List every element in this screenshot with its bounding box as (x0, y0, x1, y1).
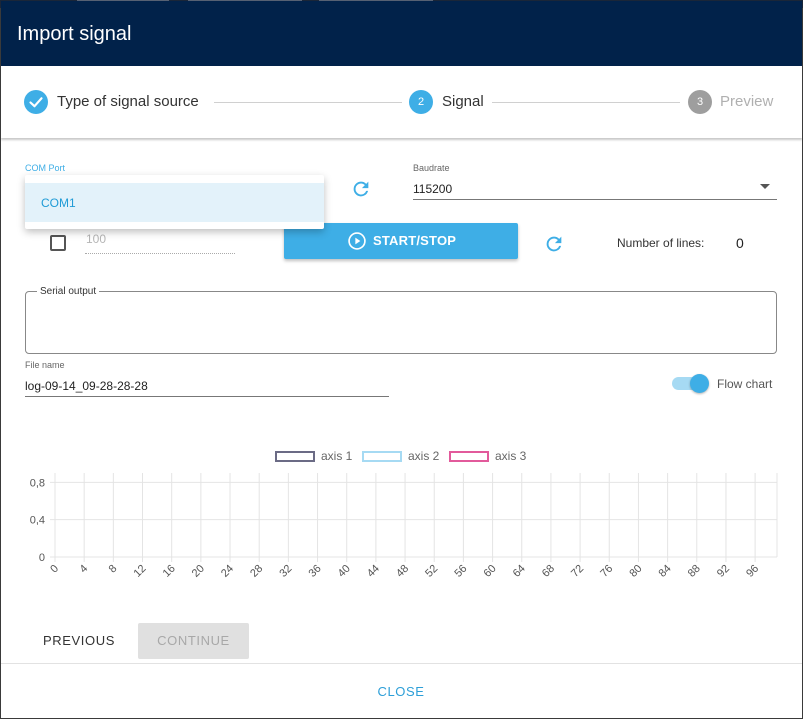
x-tick-label: 44 (365, 563, 382, 580)
x-tick-label: 52 (423, 563, 440, 580)
y-tick-label: 0,8 (30, 477, 45, 489)
signal-chart: 00,40,80 4 8 12 16 20 24 28 32 36 40 44 48 52 56 60 64 68… (30, 473, 778, 580)
file-name-value: log-09-14_09-28-28-28 (25, 379, 148, 393)
y-tick-label: 0 (39, 552, 45, 564)
x-tick-label: 24 (219, 563, 236, 580)
line-limit-underline (85, 253, 235, 254)
x-tick-label: 4 (77, 563, 90, 576)
com-port-label: COM Port (25, 163, 66, 173)
step-actions: PREVIOUS CONTINUE (1, 611, 802, 661)
number-of-lines-value: 0 (736, 235, 744, 251)
play-circle-icon (348, 232, 366, 250)
step-2-number[interactable]: 2 (409, 90, 433, 114)
x-tick-label: 96 (744, 563, 761, 580)
file-name-label: File name (25, 360, 65, 370)
dialog-footer: CLOSE (1, 663, 802, 718)
refresh-ports-icon[interactable] (350, 178, 372, 200)
x-tick-label: 60 (482, 563, 499, 580)
x-tick-label: 0 (48, 563, 61, 576)
step-3-label[interactable]: Preview (720, 92, 773, 112)
x-tick-label: 76 (598, 563, 615, 580)
baudrate-value: 115200 (413, 182, 453, 196)
x-tick-label: 84 (657, 563, 674, 580)
step-connector (492, 102, 680, 103)
x-tick-label: 20 (190, 563, 207, 580)
flow-chart-label: Flow chart (717, 377, 773, 391)
x-tick-label: 56 (452, 563, 469, 580)
number-of-lines-label: Number of lines: (617, 236, 705, 250)
x-tick-label: 12 (131, 563, 148, 580)
dialog-title: Import signal (17, 23, 132, 45)
continue-button[interactable]: CONTINUE (138, 623, 249, 659)
x-tick-label: 40 (336, 563, 353, 580)
x-tick-label: 88 (686, 563, 703, 580)
start-stop-label: START/STOP (373, 233, 457, 248)
step-1-label[interactable]: Type of signal source (57, 92, 199, 112)
x-tick-label: 36 (307, 563, 324, 580)
x-tick-label: 8 (107, 563, 120, 576)
import-signal-dialog: Import signal Type of signal source 2 Si… (1, 1, 802, 718)
serial-output-label: Serial output (37, 286, 100, 298)
y-tick-label: 0,4 (30, 515, 45, 527)
x-tick-label: 32 (277, 563, 294, 580)
dialog-header: Import signal (1, 1, 802, 66)
step-1-check-icon[interactable] (24, 90, 48, 114)
previous-button[interactable]: PREVIOUS (31, 623, 127, 659)
com-port-dropdown: COM1 (25, 175, 324, 229)
x-tick-label: 28 (248, 563, 265, 580)
x-tick-label: 16 (161, 563, 178, 580)
stepper: Type of signal source 2 Signal 3 Preview (1, 66, 802, 138)
flow-chart-toggle[interactable] (690, 374, 709, 393)
line-limit-checkbox[interactable] (50, 235, 66, 251)
x-tick-label: 48 (394, 563, 411, 580)
step-connector (214, 102, 402, 103)
close-button[interactable]: CLOSE (361, 680, 441, 704)
step-2-label[interactable]: Signal (442, 92, 484, 112)
x-tick-label: 80 (627, 563, 644, 580)
step-3-number[interactable]: 3 (688, 90, 712, 114)
com-port-option[interactable]: COM1 (25, 183, 324, 222)
x-tick-label: 68 (540, 563, 557, 580)
baudrate-label: Baudrate (413, 163, 450, 173)
refresh-lines-icon[interactable] (543, 233, 565, 255)
x-tick-label: 72 (569, 563, 586, 580)
com-port-option-label: COM1 (41, 196, 76, 210)
x-tick-label: 92 (715, 563, 732, 580)
chevron-down-icon[interactable] (760, 184, 770, 189)
baudrate-select[interactable] (413, 177, 777, 200)
line-limit-input[interactable]: 100 (86, 231, 106, 247)
serial-output-textarea[interactable] (25, 291, 777, 354)
x-tick-label: 64 (511, 563, 528, 580)
